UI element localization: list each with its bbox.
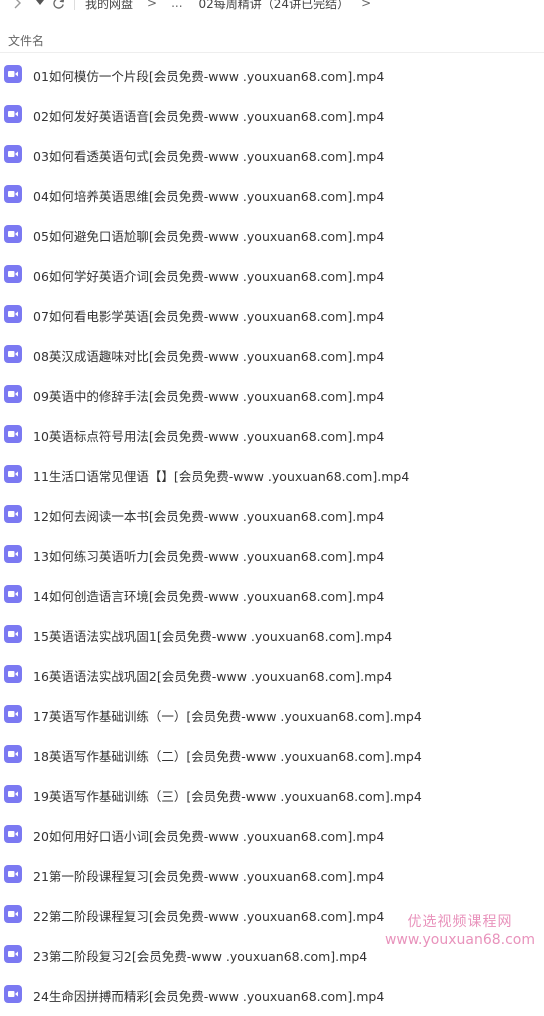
file-row[interactable]: 15英语语法实战巩固1[会员免费-www .youxuan68.com].mp4	[0, 614, 544, 654]
file-row[interactable]: 17英语写作基础训练（一）[会员免费-www .youxuan68.com].m…	[0, 694, 544, 734]
video-file-icon	[4, 425, 22, 443]
file-row[interactable]: 07如何看电影学英语[会员免费-www .youxuan68.com].mp4	[0, 294, 544, 334]
video-file-icon	[4, 545, 22, 563]
file-row[interactable]: 18英语写作基础训练（二）[会员免费-www .youxuan68.com].m…	[0, 734, 544, 774]
video-file-icon	[4, 625, 22, 643]
file-name[interactable]: 09英语中的修辞手法[会员免费-www .youxuan68.com].mp4	[33, 386, 384, 405]
file-name[interactable]: 10英语标点符号用法[会员免费-www .youxuan68.com].mp4	[33, 426, 384, 445]
breadcrumb-ellipsis[interactable]: ...	[171, 0, 182, 10]
toolbar-divider	[74, 0, 75, 10]
file-name[interactable]: 04如何培养英语思维[会员免费-www .youxuan68.com].mp4	[33, 186, 384, 205]
video-file-icon	[4, 705, 22, 723]
column-header-filename[interactable]: 文件名	[8, 32, 44, 49]
file-name[interactable]: 15英语语法实战巩固1[会员免费-www .youxuan68.com].mp4	[33, 626, 392, 645]
video-file-icon	[4, 905, 22, 923]
file-row[interactable]: 04如何培养英语思维[会员免费-www .youxuan68.com].mp4	[0, 174, 544, 214]
file-name[interactable]: 03如何看透英语句式[会员免费-www .youxuan68.com].mp4	[33, 146, 384, 165]
file-row[interactable]: 02如何发好英语语音[会员免费-www .youxuan68.com].mp4	[0, 94, 544, 134]
file-row[interactable]: 20如何用好口语小词[会员免费-www .youxuan68.com].mp4	[0, 814, 544, 854]
file-row[interactable]: 09英语中的修辞手法[会员免费-www .youxuan68.com].mp4	[0, 374, 544, 414]
file-row[interactable]: 11生活口语常见俚语【】[会员免费-www .youxuan68.com].mp…	[0, 454, 544, 494]
file-name[interactable]: 14如何创造语言环境[会员免费-www .youxuan68.com].mp4	[33, 586, 384, 605]
breadcrumb-separator-end: >	[361, 0, 372, 10]
file-name[interactable]: 11生活口语常见俚语【】[会员免费-www .youxuan68.com].mp…	[33, 466, 409, 485]
video-file-icon	[4, 305, 22, 323]
breadcrumb-current[interactable]: 02每周精讲（24讲已完结）	[199, 0, 350, 12]
file-row[interactable]: 05如何避免口语尬聊[会员免费-www .youxuan68.com].mp4	[0, 214, 544, 254]
file-name[interactable]: 05如何避免口语尬聊[会员免费-www .youxuan68.com].mp4	[33, 226, 384, 245]
video-file-icon	[4, 265, 22, 283]
file-row[interactable]: 24生命因拼搏而精彩[会员免费-www .youxuan68.com].mp4	[0, 974, 544, 1014]
toolbar-inner: 我的网盘 > ... 02每周精讲（24讲已完结） >	[0, 0, 385, 13]
video-file-icon	[4, 585, 22, 603]
video-file-icon	[4, 825, 22, 843]
file-name[interactable]: 07如何看电影学英语[会员免费-www .youxuan68.com].mp4	[33, 306, 384, 325]
file-row[interactable]: 19英语写作基础训练（三）[会员免费-www .youxuan68.com].m…	[0, 774, 544, 814]
file-row[interactable]: 21第一阶段课程复习[会员免费-www .youxuan68.com].mp4	[0, 854, 544, 894]
file-row[interactable]: 06如何学好英语介词[会员免费-www .youxuan68.com].mp4	[0, 254, 544, 294]
video-file-icon	[4, 225, 22, 243]
file-list: 01如何模仿一个片段[会员免费-www .youxuan68.com].mp4 0…	[0, 54, 544, 1014]
video-file-icon	[4, 465, 22, 483]
file-row[interactable]: 10英语标点符号用法[会员免费-www .youxuan68.com].mp4	[0, 414, 544, 454]
file-name[interactable]: 12如何去阅读一本书[会员免费-www .youxuan68.com].mp4	[33, 506, 384, 525]
watermark-url: www.youxuan68.com	[384, 932, 535, 948]
video-file-icon	[4, 945, 22, 963]
file-row[interactable]: 14如何创造语言环境[会员免费-www .youxuan68.com].mp4	[0, 574, 544, 614]
refresh-icon[interactable]	[50, 0, 66, 13]
file-name[interactable]: 17英语写作基础训练（一）[会员免费-www .youxuan68.com].m…	[33, 706, 422, 725]
file-name[interactable]: 18英语写作基础训练（二）[会员免费-www .youxuan68.com].m…	[33, 746, 422, 765]
file-row[interactable]: 01如何模仿一个片段[会员免费-www .youxuan68.com].mp4	[0, 54, 544, 94]
toolbar: 我的网盘 > ... 02每周精讲（24讲已完结） >	[0, 0, 544, 14]
video-file-icon	[4, 665, 22, 683]
file-list-header: 文件名	[0, 26, 544, 53]
breadcrumb-root[interactable]: 我的网盘	[85, 0, 133, 12]
video-file-icon	[4, 745, 22, 763]
file-name[interactable]: 08英汉成语趣味对比[会员免费-www .youxuan68.com].mp4	[33, 346, 384, 365]
file-name[interactable]: 21第一阶段课程复习[会员免费-www .youxuan68.com].mp4	[33, 866, 384, 885]
video-file-icon	[4, 345, 22, 363]
video-file-icon	[4, 785, 22, 803]
video-file-icon	[4, 145, 22, 163]
file-row[interactable]: 16英语语法实战巩固2[会员免费-www .youxuan68.com].mp4	[0, 654, 544, 694]
file-row[interactable]: 03如何看透英语句式[会员免费-www .youxuan68.com].mp4	[0, 134, 544, 174]
video-file-icon	[4, 185, 22, 203]
file-row[interactable]: 08英汉成语趣味对比[会员免费-www .youxuan68.com].mp4	[0, 334, 544, 374]
file-name[interactable]: 16英语语法实战巩固2[会员免费-www .youxuan68.com].mp4	[33, 666, 392, 685]
watermark: 优选视频课程网 www.youxuan68.com	[380, 913, 540, 949]
file-name[interactable]: 06如何学好英语介词[会员免费-www .youxuan68.com].mp4	[33, 266, 384, 285]
file-name[interactable]: 22第二阶段课程复习[会员免费-www .youxuan68.com].mp4	[33, 906, 384, 925]
video-file-icon	[4, 865, 22, 883]
file-row[interactable]: 13如何练习英语听力[会员免费-www .youxuan68.com].mp4	[0, 534, 544, 574]
file-name[interactable]: 23第二阶段复习2[会员免费-www .youxuan68.com].mp4	[33, 946, 367, 965]
breadcrumb-separator: >	[147, 0, 158, 10]
caret-down-icon[interactable]	[32, 0, 48, 13]
file-name[interactable]: 02如何发好英语语音[会员免费-www .youxuan68.com].mp4	[33, 106, 384, 125]
watermark-title: 优选视频课程网	[407, 914, 513, 930]
video-file-icon	[4, 505, 22, 523]
file-name[interactable]: 01如何模仿一个片段[会员免费-www .youxuan68.com].mp4	[33, 66, 384, 85]
video-file-icon	[4, 385, 22, 403]
video-file-icon	[4, 985, 22, 1003]
file-name[interactable]: 20如何用好口语小词[会员免费-www .youxuan68.com].mp4	[33, 826, 384, 845]
file-name[interactable]: 13如何练习英语听力[会员免费-www .youxuan68.com].mp4	[33, 546, 384, 565]
file-row[interactable]: 12如何去阅读一本书[会员免费-www .youxuan68.com].mp4	[0, 494, 544, 534]
file-name[interactable]: 19英语写作基础训练（三）[会员免费-www .youxuan68.com].m…	[33, 786, 422, 805]
file-name[interactable]: 24生命因拼搏而精彩[会员免费-www .youxuan68.com].mp4	[33, 986, 384, 1005]
video-file-icon	[4, 65, 22, 83]
chevron-right-icon[interactable]	[10, 0, 26, 13]
video-file-icon	[4, 105, 22, 123]
